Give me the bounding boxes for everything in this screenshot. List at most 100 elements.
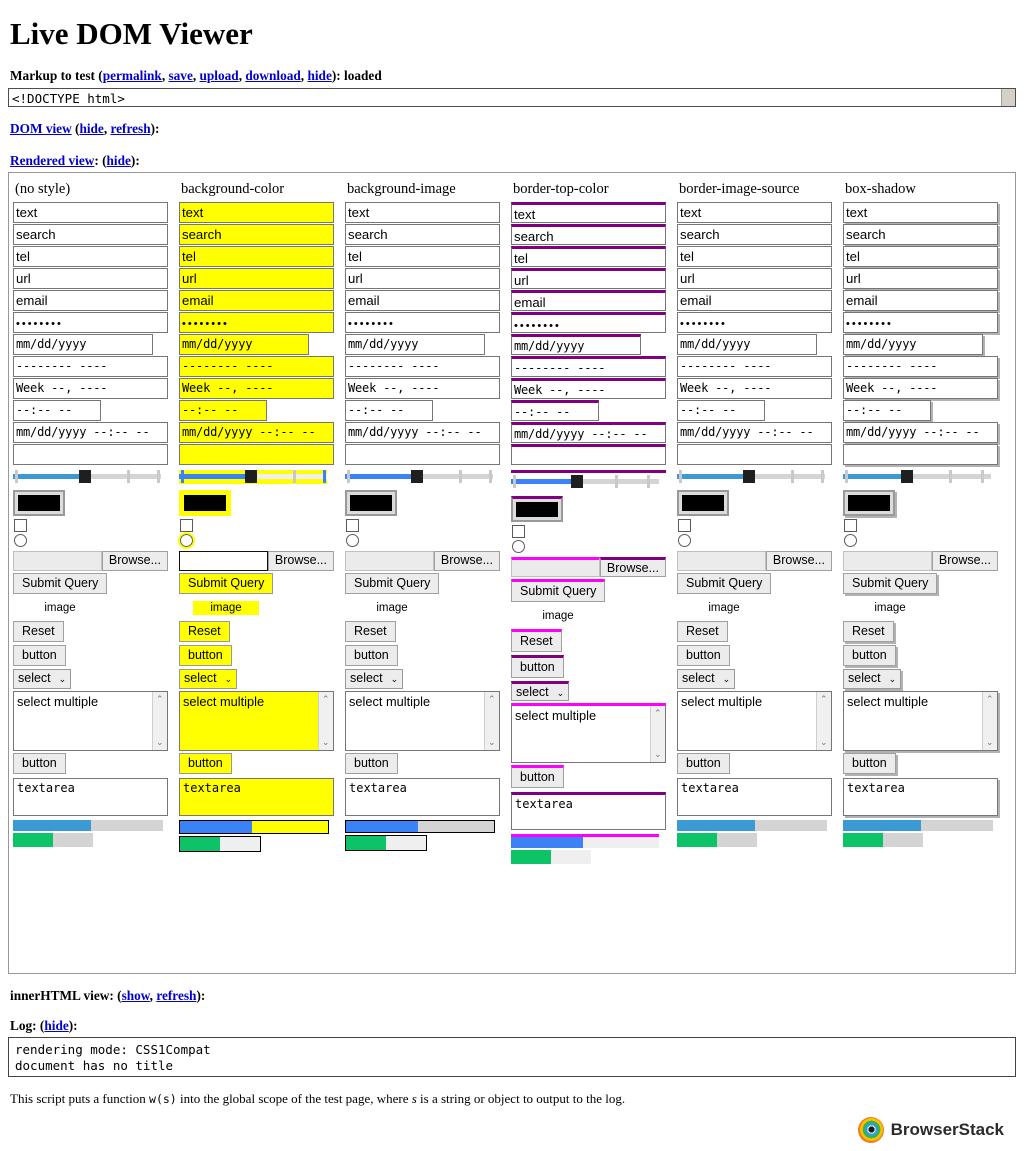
select-scrollbar[interactable]: ⌃ ⌄ [484, 692, 499, 750]
input-email[interactable]: email [13, 290, 168, 311]
file-browse-button[interactable]: Browse... [599, 557, 666, 577]
scroll-down-icon[interactable]: ⌄ [654, 749, 662, 760]
textarea-element[interactable]: textarea [677, 778, 832, 816]
markup-scrollbar[interactable] [1001, 89, 1015, 106]
input-checkbox[interactable] [512, 525, 525, 538]
textarea-element[interactable]: textarea [13, 778, 168, 816]
input-datetime-local[interactable]: mm/dd/yyyy --:-- -- [511, 422, 666, 443]
input-tel[interactable]: tel [345, 246, 500, 267]
input-url[interactable]: url [511, 268, 666, 289]
select-scrollbar[interactable]: ⌃ ⌄ [152, 692, 167, 750]
select-scrollbar[interactable]: ⌃ ⌄ [982, 692, 997, 750]
input-image[interactable]: image [359, 601, 425, 615]
input-button[interactable]: button [345, 645, 398, 666]
input-reset[interactable]: Reset [13, 621, 64, 642]
input-time[interactable]: --:-- -- [677, 400, 765, 421]
dom-view-hide-link[interactable]: hide [79, 121, 103, 136]
input-image[interactable]: image [193, 601, 259, 615]
input-color[interactable] [843, 490, 895, 516]
input-submit[interactable]: Submit Query [179, 573, 274, 594]
markup-textarea[interactable]: <!DOCTYPE html> [8, 88, 1016, 107]
input-range[interactable] [13, 470, 168, 484]
select-single[interactable]: select ⌄ [345, 669, 404, 689]
input-tel[interactable]: tel [677, 246, 832, 267]
input-file[interactable]: Browse... [13, 551, 168, 571]
textarea-element[interactable]: textarea [179, 778, 334, 816]
scroll-down-icon[interactable]: ⌄ [488, 737, 496, 748]
button-element[interactable]: button [13, 753, 66, 774]
input-color[interactable] [511, 496, 563, 522]
input-submit[interactable]: Submit Query [13, 573, 108, 594]
input-color[interactable] [179, 490, 231, 516]
input-date[interactable]: mm/dd/yyyy [843, 334, 983, 355]
scroll-up-icon[interactable]: ⌃ [654, 708, 662, 719]
input-text[interactable]: text [677, 202, 832, 223]
input-password[interactable]: •••••••• [13, 312, 168, 333]
innerhtml-refresh-link[interactable]: refresh [156, 988, 196, 1003]
rendered-view-link[interactable]: Rendered view [10, 153, 94, 168]
dom-view-link[interactable]: DOM view [10, 121, 72, 136]
input-file[interactable]: Browse... [345, 551, 500, 571]
save-link[interactable]: save [168, 68, 192, 83]
file-browse-button[interactable]: Browse... [433, 551, 500, 571]
scroll-up-icon[interactable]: ⌃ [820, 694, 828, 705]
input-button[interactable]: button [511, 655, 564, 678]
input-datetime-local[interactable]: mm/dd/yyyy --:-- -- [179, 422, 334, 443]
input-url[interactable]: url [13, 268, 168, 289]
rendered-view-hide-link[interactable]: hide [107, 153, 131, 168]
input-submit[interactable]: Submit Query [843, 573, 938, 594]
permalink-link[interactable]: permalink [103, 68, 162, 83]
input-month[interactable]: -------- ---- [511, 356, 666, 377]
input-date[interactable]: mm/dd/yyyy [677, 334, 817, 355]
input-time[interactable]: --:-- -- [179, 400, 267, 421]
input-email[interactable]: email [843, 290, 998, 311]
input-submit[interactable]: Submit Query [345, 573, 440, 594]
input-week[interactable]: Week --, ---- [179, 378, 334, 399]
input-url[interactable]: url [179, 268, 334, 289]
input-password[interactable]: •••••••• [179, 312, 334, 333]
input-submit[interactable]: Submit Query [677, 573, 772, 594]
select-multiple[interactable]: select multiple ⌃ ⌄ [179, 691, 334, 751]
input-checkbox[interactable] [678, 519, 691, 532]
input-month[interactable]: -------- ---- [843, 356, 998, 377]
input-date[interactable]: mm/dd/yyyy [179, 334, 309, 355]
input-reset[interactable]: Reset [179, 621, 230, 642]
button-element[interactable]: button [345, 753, 398, 774]
input-tel[interactable]: tel [511, 246, 666, 267]
select-single[interactable]: select ⌄ [511, 681, 570, 701]
input-radio[interactable] [346, 534, 359, 547]
input-file[interactable]: Browse... [179, 551, 334, 571]
input-text[interactable]: text [843, 202, 998, 223]
input-password[interactable]: •••••••• [843, 312, 998, 333]
input-text[interactable]: text [345, 202, 500, 223]
input-tel[interactable]: tel [843, 246, 998, 267]
input-reset[interactable]: Reset [677, 621, 728, 642]
scroll-up-icon[interactable]: ⌃ [986, 694, 994, 705]
textarea-element[interactable]: textarea [511, 792, 666, 830]
input-button[interactable]: button [677, 645, 730, 666]
file-browse-button[interactable]: Browse... [931, 551, 998, 571]
input-week[interactable]: Week --, ---- [843, 378, 998, 399]
select-single[interactable]: select ⌄ [843, 669, 902, 689]
input-number[interactable] [677, 444, 832, 465]
input-radio[interactable] [844, 534, 857, 547]
textarea-element[interactable]: textarea [345, 778, 500, 816]
input-color[interactable] [677, 490, 729, 516]
input-number[interactable] [843, 444, 998, 465]
input-image[interactable]: image [691, 601, 757, 615]
log-hide-link[interactable]: hide [44, 1018, 68, 1033]
input-color[interactable] [345, 490, 397, 516]
input-email[interactable]: email [179, 290, 334, 311]
input-range[interactable] [345, 470, 500, 484]
input-number[interactable] [511, 444, 666, 465]
input-month[interactable]: -------- ---- [677, 356, 832, 377]
input-number[interactable] [179, 444, 334, 465]
input-date[interactable]: mm/dd/yyyy [345, 334, 485, 355]
input-datetime-local[interactable]: mm/dd/yyyy --:-- -- [345, 422, 500, 443]
input-radio[interactable] [678, 534, 691, 547]
input-search[interactable]: search [345, 224, 500, 245]
select-multiple[interactable]: select multiple ⌃ ⌄ [345, 691, 500, 751]
scroll-down-icon[interactable]: ⌄ [322, 737, 330, 748]
file-browse-button[interactable]: Browse... [267, 551, 334, 571]
input-text[interactable]: text [13, 202, 168, 223]
